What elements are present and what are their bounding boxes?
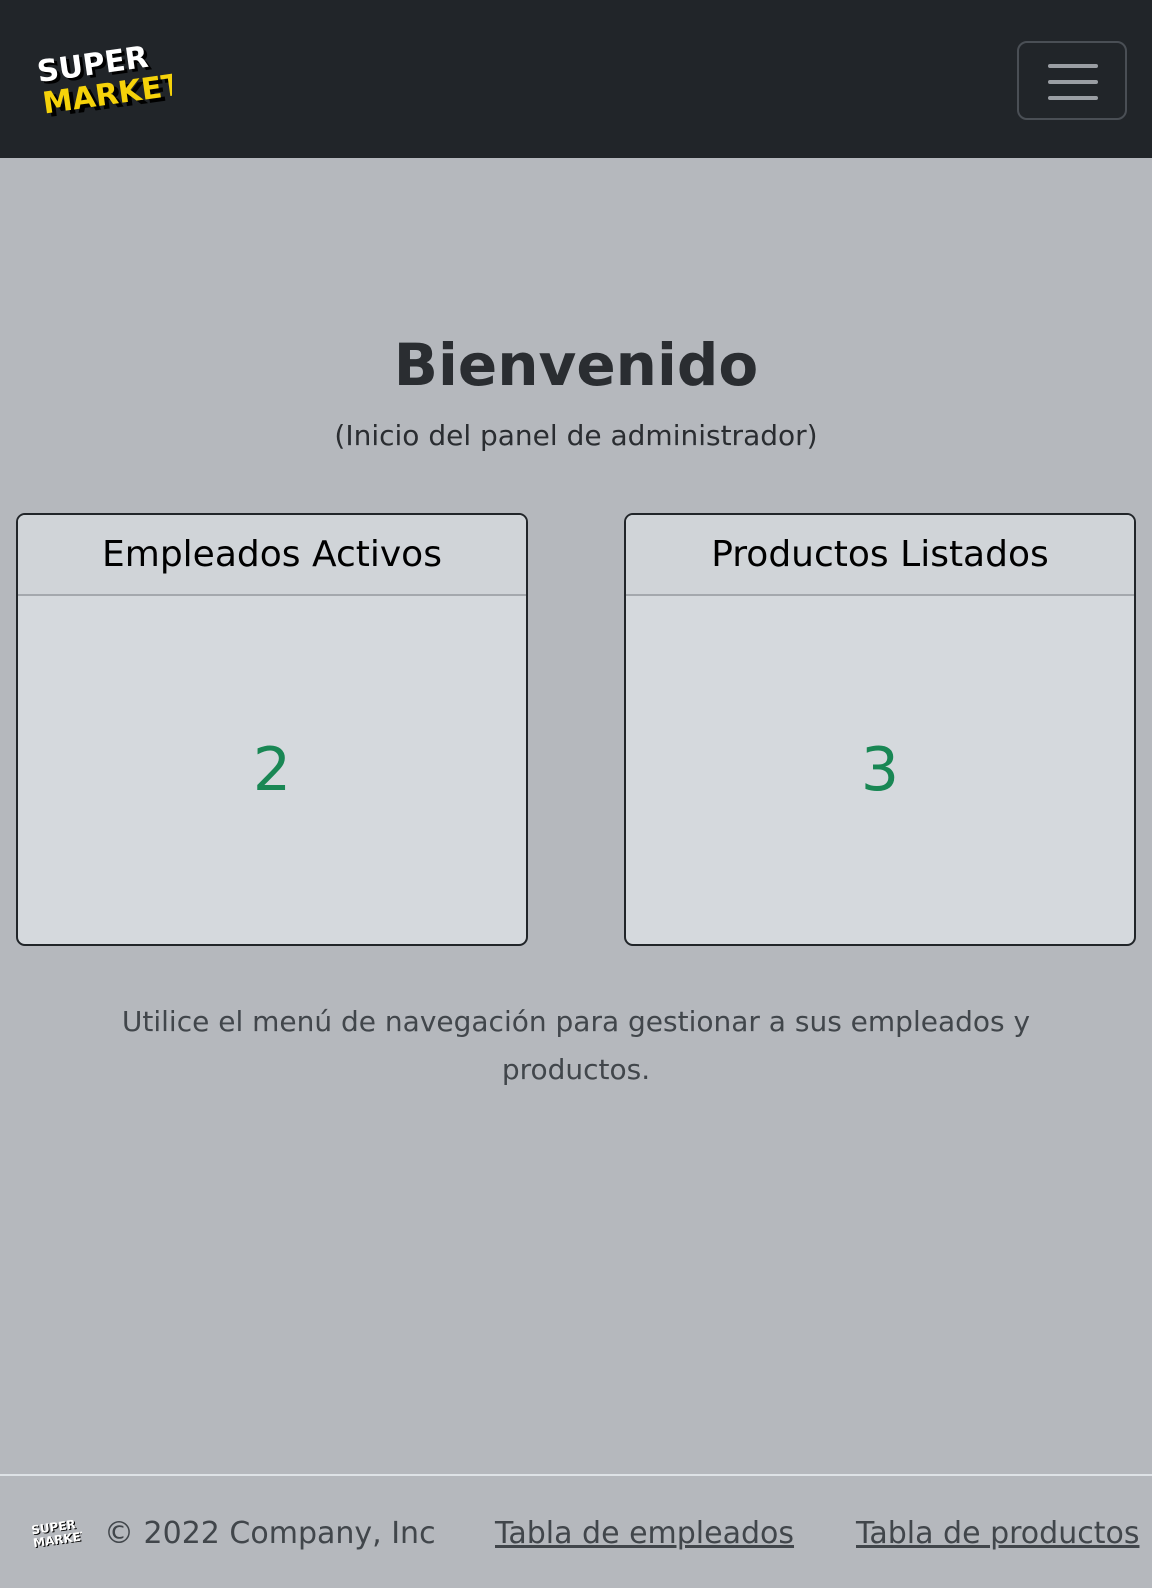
active-employees-card: Empleados Activos 2 <box>16 513 528 946</box>
products-table-link[interactable]: Tabla de productos <box>856 1514 1139 1554</box>
navbar: SUPER SUPER MARKET MARKET <box>0 0 1152 158</box>
supermarket-logo[interactable]: SUPER SUPER MARKET MARKET <box>36 34 172 124</box>
footer: SUPER SUPER MARKET MARKET © 2022 Company… <box>0 1474 1152 1588</box>
page-title: Bienvenido <box>393 331 759 399</box>
hamburger-menu-icon <box>1048 64 1098 100</box>
card-header: Empleados Activos <box>18 515 526 596</box>
navbar-toggler-button[interactable] <box>1017 41 1127 120</box>
page-subtitle: (Inicio del panel de administrador) <box>334 419 818 452</box>
card-header: Productos Listados <box>626 515 1134 596</box>
listed-products-card: Productos Listados 3 <box>624 513 1136 946</box>
copyright-text: © 2022 Company, Inc <box>104 1516 436 1551</box>
employees-table-link[interactable]: Tabla de empleados <box>495 1514 794 1554</box>
navigation-hint: Utilice el menú de navegación para gesti… <box>121 1005 1031 1086</box>
active-employees-count: 2 <box>252 735 292 805</box>
listed-products-count: 3 <box>860 735 900 805</box>
footer-supermarket-logo: SUPER SUPER MARKET MARKET <box>30 1517 82 1550</box>
